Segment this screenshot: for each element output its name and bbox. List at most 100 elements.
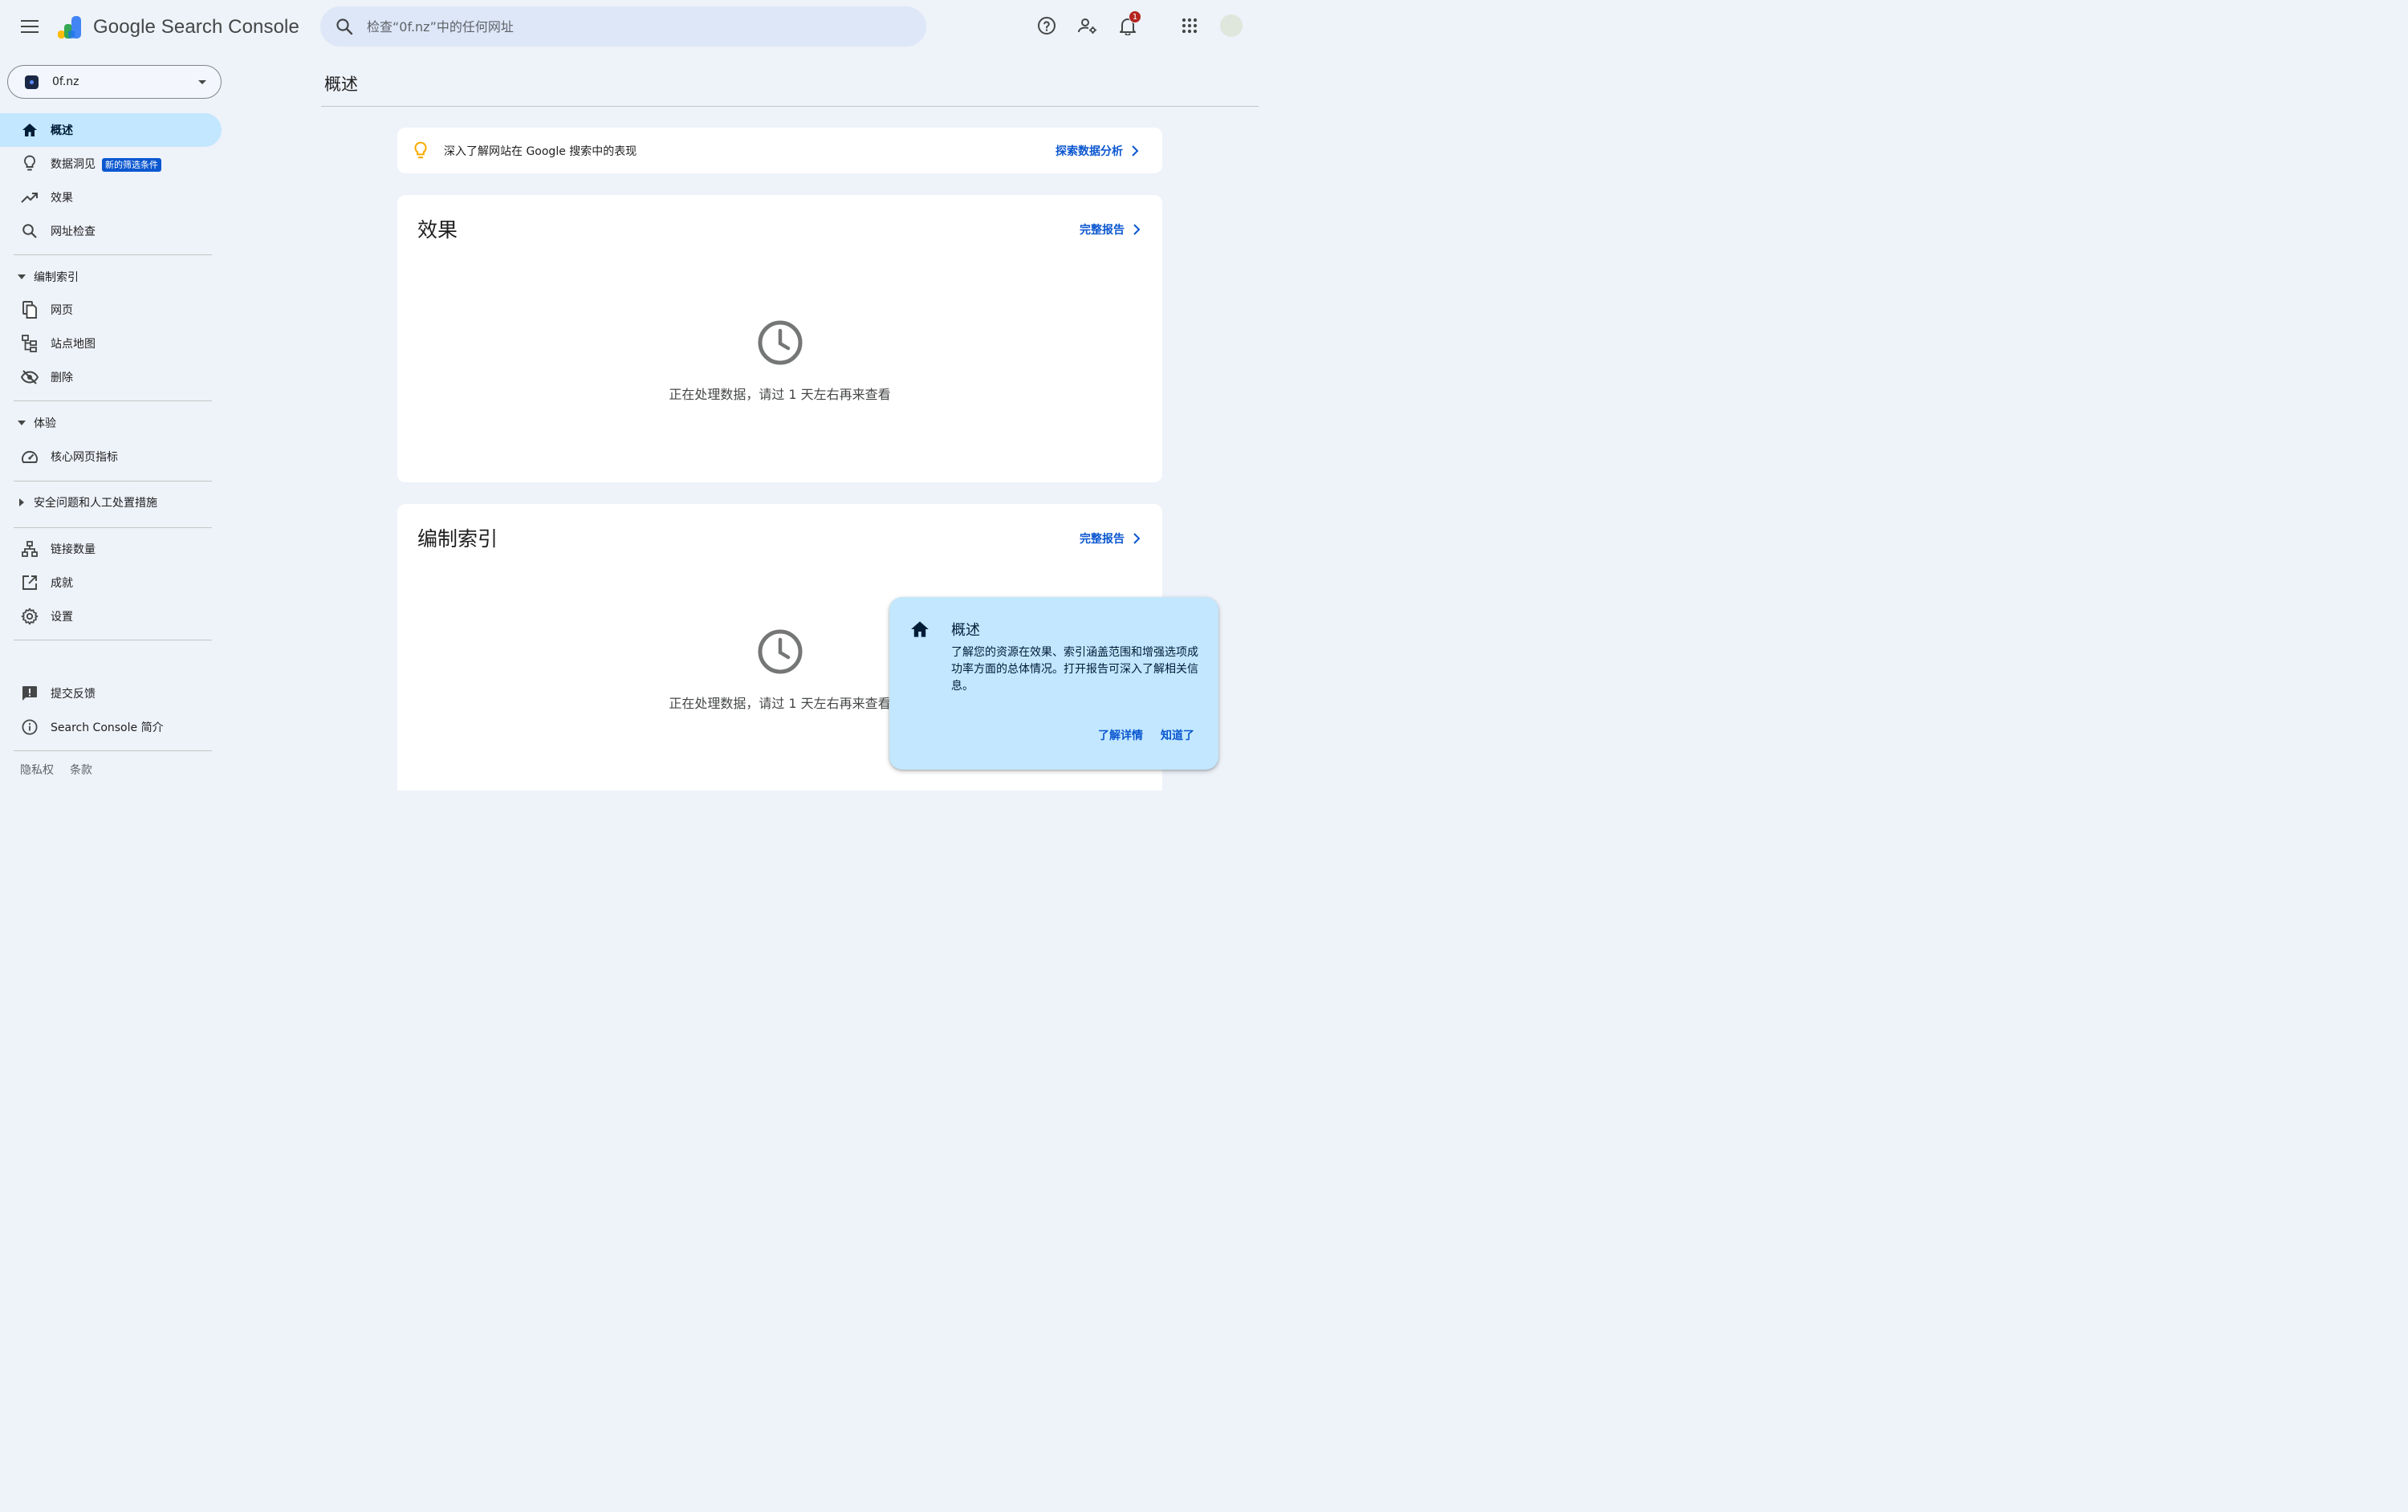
section-security-toggle[interactable]: 安全问题和人工处置措施: [0, 488, 222, 517]
help-icon: [1038, 17, 1056, 35]
processing-message: 正在处理数据，请过 1 天左右再来查看: [669, 387, 891, 402]
sidebar-item-removals[interactable]: 删除: [0, 360, 222, 394]
sidebar-divider: [14, 750, 212, 751]
property-favicon: [25, 75, 39, 89]
search-console-logo-icon: [58, 16, 81, 39]
sidebar-item-label: 效果: [51, 192, 73, 205]
title-divider: [321, 106, 1259, 107]
terms-link[interactable]: 条款: [70, 762, 92, 778]
account-settings-button[interactable]: [1076, 14, 1100, 38]
app-title: Google Search Console: [93, 16, 299, 38]
google-apps-button[interactable]: [1178, 14, 1202, 38]
search-icon: [22, 224, 37, 238]
sidebar-item-insights[interactable]: 数据洞见 新的筛选条件: [0, 147, 222, 181]
sidebar-item-url-inspection[interactable]: 网址检查: [0, 214, 222, 248]
sidebar-item-links[interactable]: 链接数量: [0, 532, 222, 566]
section-header-label: 体验: [34, 417, 56, 430]
section-experience-toggle[interactable]: 体验: [0, 408, 222, 437]
chevron-right-icon: [1133, 224, 1141, 235]
footer-links: 隐私权 条款: [20, 762, 92, 778]
sidebar-item-core-web-vitals[interactable]: 核心网页指标: [0, 440, 222, 474]
property-selector[interactable]: 0f.nz: [7, 65, 222, 99]
explore-insights-label: 探索数据分析: [1056, 144, 1123, 158]
sidebar-item-about[interactable]: Search Console 简介: [0, 710, 222, 744]
home-icon: [22, 124, 37, 136]
account-avatar[interactable]: [1220, 14, 1243, 37]
full-report-label: 完整报告: [1080, 224, 1125, 237]
sidebar-item-overview[interactable]: 概述: [0, 113, 222, 147]
caret-right-icon: [19, 498, 24, 506]
top-app-bar: Google Search Console 1: [0, 0, 1259, 53]
sidebar-item-label: 链接数量: [51, 543, 96, 556]
sidebar-item-pages[interactable]: 网页: [0, 293, 222, 327]
section-indexing-toggle[interactable]: 编制索引: [0, 262, 222, 291]
processing-state: 正在处理数据，请过 1 天左右再来查看: [397, 319, 1162, 403]
main-menu-button[interactable]: [18, 14, 42, 39]
sidebar-item-submit-feedback[interactable]: 提交反馈: [0, 677, 222, 710]
speed-gauge-icon: [22, 451, 38, 463]
sidebar-divider: [14, 481, 212, 482]
dropdown-arrow-icon: [198, 79, 206, 84]
learn-more-button[interactable]: 了解详情: [1098, 727, 1143, 743]
popover-body: 了解您的资源在效果、索引涵盖范围和增强选项成功率方面的总体情况。打开报告可深入了…: [951, 646, 1198, 693]
gear-icon: [21, 608, 39, 625]
full-report-link[interactable]: 完整报告: [1080, 530, 1141, 547]
full-report-label: 完整报告: [1080, 533, 1125, 546]
overview-tooltip-popover: 概述 了解您的资源在效果、索引涵盖范围和增强选项成功率方面的总体情况。打开报告可…: [889, 597, 1218, 770]
search-console-logo[interactable]: Google Search Console: [56, 13, 299, 42]
sidebar-item-label: 数据洞见: [51, 158, 96, 171]
sidebar-item-label: 提交反馈: [51, 688, 96, 701]
sidebar-item-label: 站点地图: [51, 338, 96, 351]
property-name: 0f.nz: [52, 75, 79, 88]
caret-down-icon: [18, 421, 26, 425]
apps-grid-icon: [1182, 18, 1198, 34]
popover-actions: 了解详情 知道了: [1098, 727, 1194, 743]
popover-title: 概述: [951, 622, 980, 639]
sidebar-divider: [14, 254, 212, 255]
sidebar-item-label: 核心网页指标: [51, 451, 118, 464]
new-filter-badge: 新的筛选条件: [102, 158, 161, 172]
help-button[interactable]: [1035, 14, 1059, 38]
explore-insights-link[interactable]: 探索数据分析: [1056, 143, 1139, 159]
caret-down-icon: [18, 274, 26, 279]
feedback-icon: [22, 686, 37, 701]
sidebar-item-label: 网址检查: [51, 226, 96, 238]
search-icon: [336, 18, 353, 35]
sidebar-item-label: 设置: [51, 611, 73, 624]
pages-icon: [22, 301, 37, 319]
trending-up-icon: [21, 193, 38, 203]
sidebar-item-performance[interactable]: 效果: [0, 181, 222, 214]
page-title: 概述: [324, 75, 358, 94]
insights-banner-text: 深入了解网站在 Google 搜索中的表现: [444, 144, 637, 158]
notifications-button[interactable]: 1: [1116, 10, 1141, 38]
sidebar-divider: [14, 527, 212, 528]
home-icon: [911, 621, 929, 637]
links-hierarchy-icon: [22, 541, 38, 557]
insights-banner: 深入了解网站在 Google 搜索中的表现 探索数据分析: [397, 128, 1162, 173]
sidebar: 0f.nz 概述 数据洞见 新的筛选条件 效果 网址检查 编制索引 网页 站点地图…: [0, 53, 233, 791]
processing-message: 正在处理数据，请过 1 天左右再来查看: [669, 696, 891, 711]
url-inspection-search[interactable]: [320, 6, 926, 47]
sidebar-item-label: 网页: [51, 304, 73, 317]
chevron-right-icon: [1133, 533, 1141, 544]
clock-icon: [758, 629, 802, 674]
privacy-link[interactable]: 隐私权: [20, 762, 54, 778]
open-in-new-icon: [22, 575, 37, 590]
sidebar-item-label: 删除: [51, 372, 73, 384]
lightbulb-icon: [24, 155, 35, 171]
sidebar-item-settings[interactable]: 设置: [0, 600, 222, 633]
visibility-off-icon: [21, 370, 39, 384]
sidebar-divider: [14, 400, 212, 401]
info-icon: [22, 719, 38, 735]
sidebar-item-label: 概述: [51, 124, 73, 137]
sidebar-item-achievements[interactable]: 成就: [0, 566, 222, 600]
got-it-button[interactable]: 知道了: [1161, 727, 1194, 743]
sidebar-item-label: Search Console 简介: [51, 721, 164, 734]
sidebar-item-label: 成就: [51, 577, 73, 590]
search-input[interactable]: [367, 18, 897, 35]
card-title: 效果: [417, 218, 458, 242]
sidebar-item-sitemaps[interactable]: 站点地图: [0, 327, 222, 360]
manage-accounts-icon: [1078, 18, 1096, 34]
full-report-link[interactable]: 完整报告: [1080, 222, 1141, 238]
card-title: 编制索引: [417, 527, 498, 551]
